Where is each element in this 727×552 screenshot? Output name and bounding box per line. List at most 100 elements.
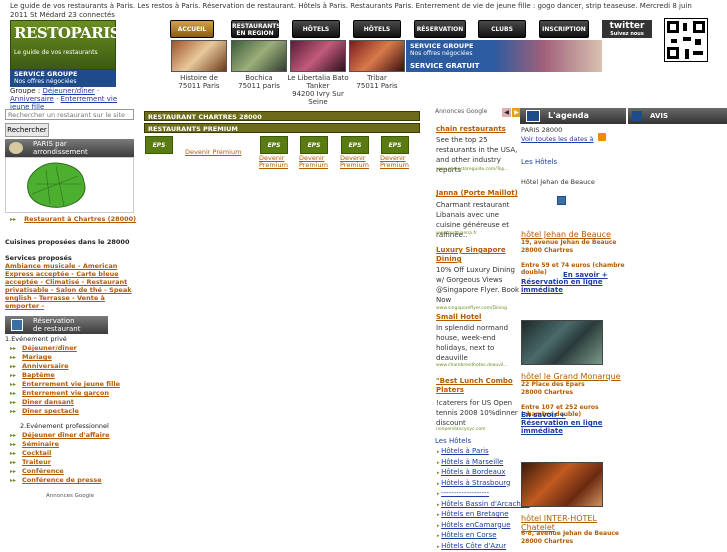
hotels-list-link[interactable]: ------------------- [441, 489, 489, 497]
paris-arrondissement-map-icon[interactable] [6, 158, 133, 212]
evenement-pro-link[interactable]: Conférence [22, 467, 64, 475]
thumb-libertalia[interactable] [290, 40, 346, 72]
evenement-prive-link[interactable]: Anniversaire [22, 362, 68, 370]
ad-url-2[interactable]: www.restojanna.fr [436, 231, 477, 236]
premium-logo-5[interactable]: EPS [381, 136, 409, 154]
evenement-prive-link[interactable]: Baptême [22, 371, 55, 379]
agenda-all-dates-link[interactable]: Voir toutes les dates à [521, 135, 593, 143]
nav-clubs[interactable]: CLUBS [478, 20, 526, 38]
evenement-pro-item[interactable]: ▸▸Conférence [10, 467, 64, 476]
nav-hotels-2[interactable]: HÔTELS [353, 20, 401, 38]
restaurant-chartres-text[interactable]: Restaurant à Chartres (28000) [24, 215, 136, 223]
hotels-list-link[interactable]: Hôtels à Strasbourg [441, 479, 510, 487]
premium-link-4[interactable]: DevenirPremium [340, 155, 369, 169]
evenement-prive-item[interactable]: ▸▸Enterrement vie garçon [10, 389, 109, 398]
hotel-more-2[interactable]: En savoir + [521, 411, 581, 419]
premium-link-1[interactable]: Devenir Premium [185, 149, 241, 156]
ad-url-1[interactable]: www.chainstoreguide.com/Top... [436, 167, 509, 172]
premium-link-5[interactable]: DevenirPremium [380, 155, 409, 169]
evenement-prive-item[interactable]: ▸▸ Dîner spectacle [10, 407, 79, 416]
nav-reservation[interactable]: RÉSERVATION [414, 20, 466, 38]
ad-title-3[interactable]: Luxury Singapore Dining [436, 246, 522, 264]
evenement-pro-link[interactable]: Séminaire [22, 440, 59, 448]
thumb-tribar[interactable] [349, 40, 405, 72]
map-section-header: PARIS par arrondissement [5, 139, 134, 157]
hotels-list-item[interactable]: ▸ Hôtels Côte d'Azur [437, 541, 506, 552]
premium-logo-4[interactable]: EPS [341, 136, 369, 154]
restaurant-chartres-link[interactable]: ▸▸ Restaurant à Chartres (28000) [10, 215, 136, 224]
evenement-prive-item[interactable]: ▸▸ Enterrement vie jeune fille [10, 380, 120, 389]
evenement-prive-link[interactable]: Déjeuner/dîner [22, 344, 77, 352]
hotel-booking-2[interactable]: Réservation en ligne immédiate [521, 419, 621, 435]
thumb-place-3: 94200 Ivry Sur Seine [287, 90, 349, 106]
evenement-pro-item[interactable]: ▸▸Déjeuner dîner d'affaire [10, 431, 110, 440]
ad-title-4[interactable]: Small Hotel [436, 313, 481, 322]
evenement-prive-item[interactable]: ▸▸Mariage [10, 353, 52, 362]
premium-link-3[interactable]: DevenirPremium [299, 155, 328, 169]
evenement-prive-link[interactable]: Dîner spectacle [22, 407, 79, 415]
nav-restaurants-region[interactable]: RESTAURANTS EN REGION [231, 20, 279, 38]
premium-logo-2[interactable]: EPS [260, 136, 288, 154]
evenement-pro-item[interactable]: ▸▸Conférence de presse [10, 476, 102, 485]
nav-hotels[interactable]: HÔTELS [292, 20, 340, 38]
arrow-icon: ▸▸ [10, 408, 16, 415]
hotel-photo-inter-hotel[interactable] [521, 462, 603, 507]
hotels-list-link[interactable]: Hôtels Côte d'Azur [441, 542, 506, 550]
twitter-button[interactable]: twitter Suivez nous [602, 20, 652, 38]
agenda-header: L'agenda [520, 108, 626, 124]
nav-accueil[interactable]: ACCUEIL [170, 20, 214, 38]
evenement-prive-item[interactable]: ▸▸Anniversaire [10, 362, 69, 371]
thumb-histoire-de[interactable] [171, 40, 227, 72]
evenement-pro-link[interactable]: Cocktail [22, 449, 51, 457]
hotels-list-link[interactable]: Hôtels à Paris [441, 447, 489, 455]
hotel-name-1[interactable]: hôtel Jehan de Beauce [521, 230, 611, 239]
search-input[interactable] [5, 109, 134, 120]
prev-ad-icon[interactable]: ◀ [502, 108, 511, 117]
rss-icon[interactable] [598, 133, 606, 141]
evenement-prive-link[interactable]: Enterrement vie garçon [22, 389, 109, 397]
hotel-photo-grand-monarque[interactable] [521, 320, 603, 365]
premium-logo-3[interactable]: EPS [300, 136, 328, 154]
evenement-pro-link[interactable]: Déjeuner dîner d'affaire [22, 431, 109, 439]
hotel-addr-3: 6-8, avenue Jehan de Beauce [521, 530, 619, 537]
evenement-pro-item[interactable]: ▸▸Séminaire [10, 440, 59, 449]
breadcrumb-anniversaire[interactable]: Anniversaire [10, 95, 54, 103]
breadcrumb-dejeuner[interactable]: Déjeuner/dîner [42, 87, 94, 95]
search-button[interactable]: Rechercher [5, 123, 49, 137]
evenement-pro-link[interactable]: Traiteur [22, 458, 51, 466]
service-groupe-banner[interactable]: SERVICE GROUPE Nos offres négociées SERV… [406, 40, 602, 72]
thumb-bochica[interactable] [231, 40, 287, 72]
evenement-prive-link[interactable]: Mariage [22, 353, 52, 361]
hotels-list-link[interactable]: Hôtels enCamargue [441, 521, 510, 529]
hotels-list-link[interactable]: Hôtels en Corse [441, 531, 496, 539]
evenement-pro-item[interactable]: ▸▸Traiteur [10, 458, 51, 467]
ad-title-5[interactable]: "Best Lunch Combo Platers [436, 377, 522, 395]
ad-url-3[interactable]: www.singaporeflyer.com/Dining [436, 306, 507, 311]
evenement-prive-item[interactable]: ▸▸Dîner dansant [10, 398, 74, 407]
hotels-list-link[interactable]: Hôtels à Marseille [441, 458, 503, 466]
ad-url-5[interactable]: nonpendancynyc.com [436, 427, 486, 432]
evenement-prive-item[interactable]: ▸▸Baptême [10, 371, 55, 380]
hotel-booking-1[interactable]: Réservation en ligne immédiate [521, 278, 621, 294]
hotels-list-link[interactable]: Hôtels à Bordeaux [441, 468, 505, 476]
evenement-prive-link[interactable]: Dîner dansant [22, 398, 74, 406]
services-list[interactable]: Ambiance musicale - American Express acc… [5, 262, 134, 310]
evenement-pro-item[interactable]: ▸▸Cocktail [10, 449, 51, 458]
ad-title-2[interactable]: Janna (Porte Maillot) [436, 189, 518, 198]
ad-title-1[interactable]: chain restaurants [436, 125, 506, 134]
site-logo[interactable]: RESTOPARIS.com Le guide de vos restauran… [10, 20, 116, 70]
arrow-icon: ▸▸ [10, 381, 16, 388]
ad-url-4[interactable]: www.chambresdhotes.deauvil... [436, 363, 508, 368]
evenement-prive-link[interactable]: Enterrement vie jeune fille [22, 380, 120, 388]
premium-logo-1[interactable]: EPS [145, 136, 173, 154]
nav-inscription[interactable]: INSCRIPTION [539, 20, 589, 38]
evenement-prive-item[interactable]: ▸▸Déjeuner/dîner [10, 344, 77, 353]
service-groupe-badge[interactable]: SERVICE GROUPE Nos offres négociées [10, 70, 116, 87]
hotels-list-link[interactable]: Hôtels en Bretagne [441, 510, 508, 518]
hotels-list-link[interactable]: Hôtels Bassin d'Arcachon [441, 500, 529, 508]
calendar-icon [11, 319, 23, 331]
evenement-pro-link[interactable]: Conférence de presse [22, 476, 102, 484]
hotel-name-2[interactable]: hôtel le Grand Monarque [521, 372, 621, 381]
paris-map[interactable] [5, 157, 134, 213]
premium-link-2[interactable]: DevenirPremium [259, 155, 288, 169]
